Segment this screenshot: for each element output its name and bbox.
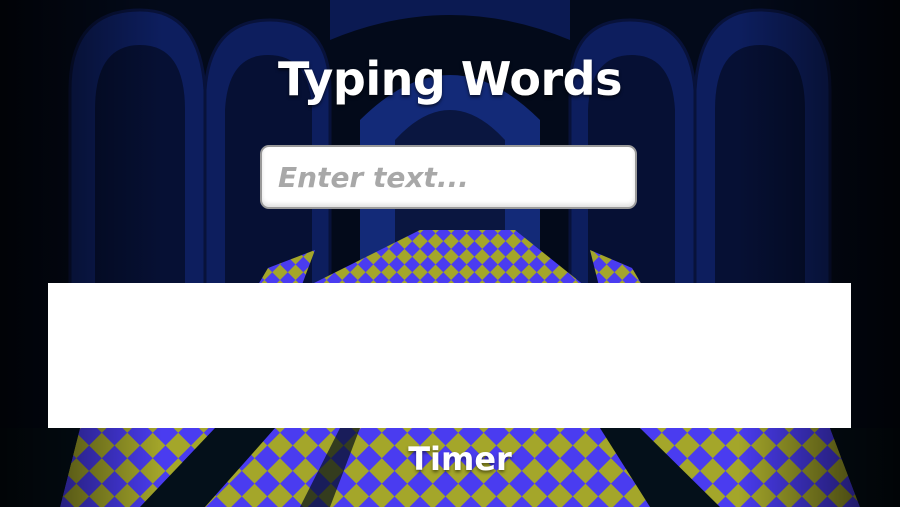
text-input-box[interactable] [260,145,637,209]
words-panel [48,283,851,428]
typing-input[interactable] [262,147,635,207]
game-screen: Typing Words Timer [0,0,900,507]
game-title: Typing Words [278,52,623,106]
timer-label: Timer [408,440,512,478]
